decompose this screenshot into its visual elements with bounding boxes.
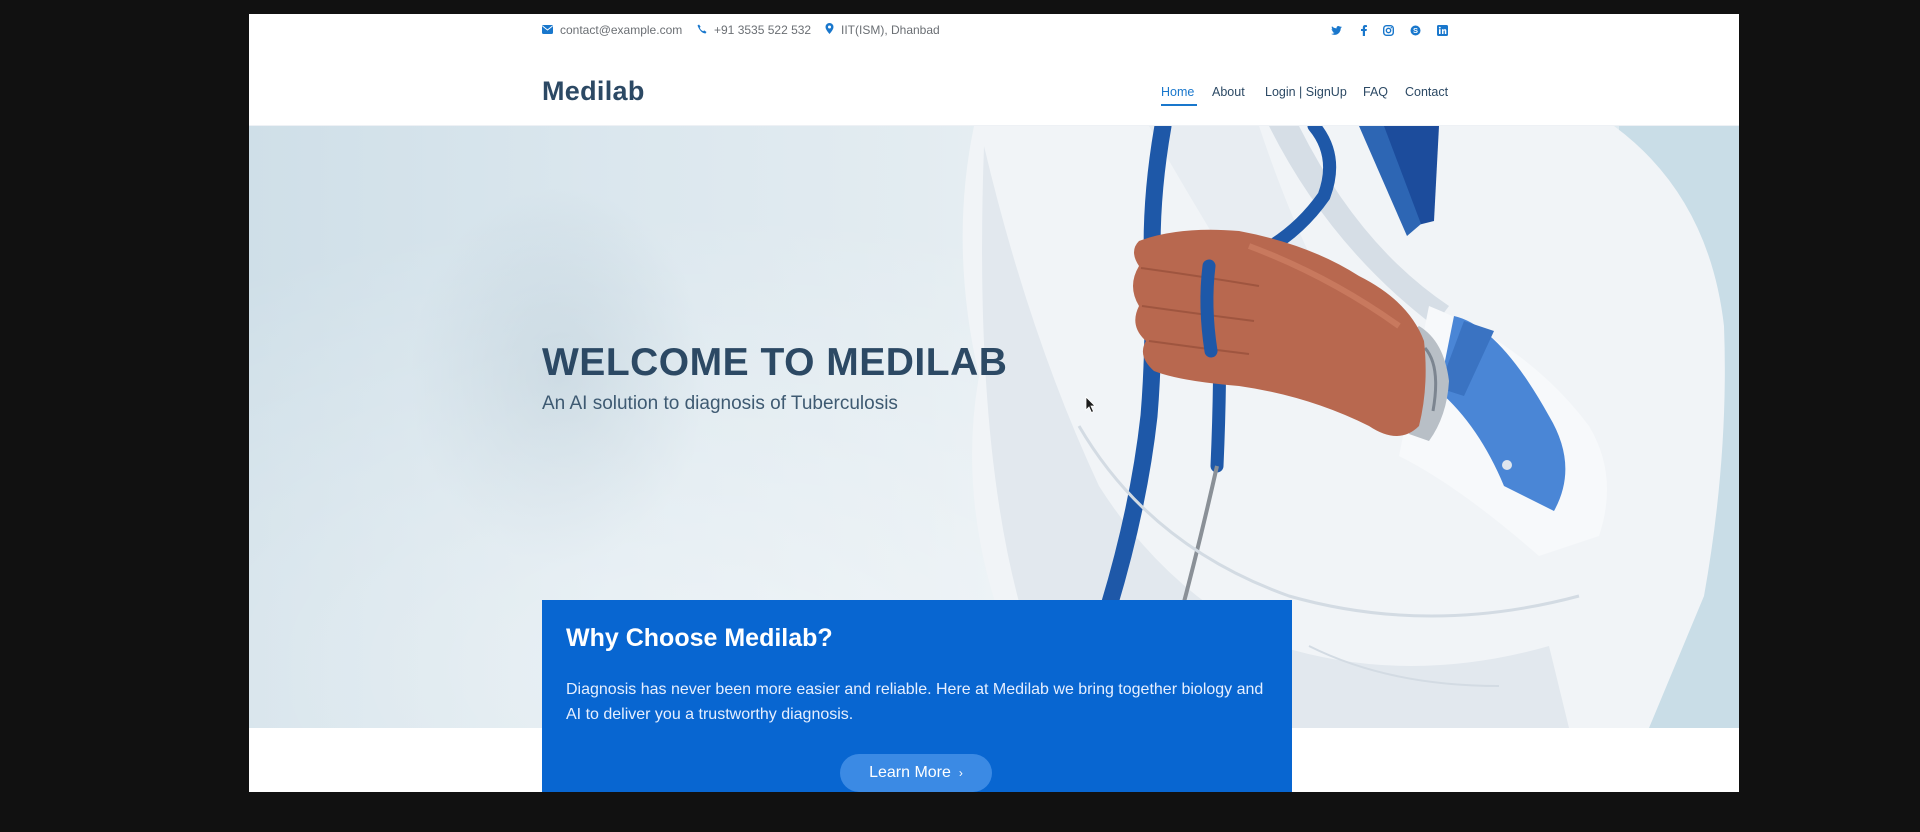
envelope-icon — [542, 23, 553, 37]
nav-home[interactable]: Home — [1161, 85, 1194, 99]
twitter-icon[interactable] — [1330, 24, 1343, 37]
why-choose-text: Diagnosis has never been more easier and… — [566, 681, 1264, 723]
learn-more-button[interactable]: Learn More › — [840, 754, 992, 792]
why-choose-box: Why Choose Medilab? Diagnosis has never … — [542, 600, 1292, 792]
nav-active-underline — [1161, 104, 1197, 106]
location-text: IIT(ISM), Dhanbad — [841, 23, 940, 37]
svg-text:S: S — [1413, 26, 1418, 35]
skype-icon[interactable]: S — [1409, 24, 1422, 37]
site-logo[interactable]: Medilab — [542, 76, 645, 107]
email-text: contact@example.com — [560, 23, 683, 37]
phone-contact[interactable]: +91 3535 522 532 — [697, 23, 811, 37]
facebook-icon[interactable] — [1357, 24, 1370, 37]
nav-login-signup[interactable]: Login | SignUp — [1265, 85, 1347, 99]
nav-contact[interactable]: Contact — [1405, 85, 1448, 99]
top-bar: contact@example.com +91 3535 522 532 IIT… — [249, 14, 1739, 48]
chevron-right-icon: › — [958, 766, 963, 780]
hero-title: WELCOME TO MEDILAB — [542, 341, 1008, 384]
browser-viewport: contact@example.com +91 3535 522 532 IIT… — [249, 14, 1739, 792]
learn-more-label: Learn More — [869, 764, 951, 781]
site-header: Medilab Home About Login | SignUp FAQ Co… — [249, 48, 1739, 126]
phone-text: +91 3535 522 532 — [714, 23, 812, 37]
hero-subtitle: An AI solution to diagnosis of Tuberculo… — [542, 393, 898, 414]
mouse-cursor-icon — [1085, 396, 1096, 414]
map-pin-icon — [825, 23, 834, 37]
nav-faq[interactable]: FAQ — [1363, 85, 1388, 99]
linkedin-icon[interactable] — [1436, 24, 1449, 37]
instagram-icon[interactable] — [1382, 24, 1395, 37]
location-contact: IIT(ISM), Dhanbad — [825, 23, 940, 37]
why-choose-title: Why Choose Medilab? — [566, 624, 833, 652]
email-contact[interactable]: contact@example.com — [542, 23, 682, 37]
phone-icon — [697, 23, 707, 37]
nav-about[interactable]: About — [1212, 85, 1245, 99]
